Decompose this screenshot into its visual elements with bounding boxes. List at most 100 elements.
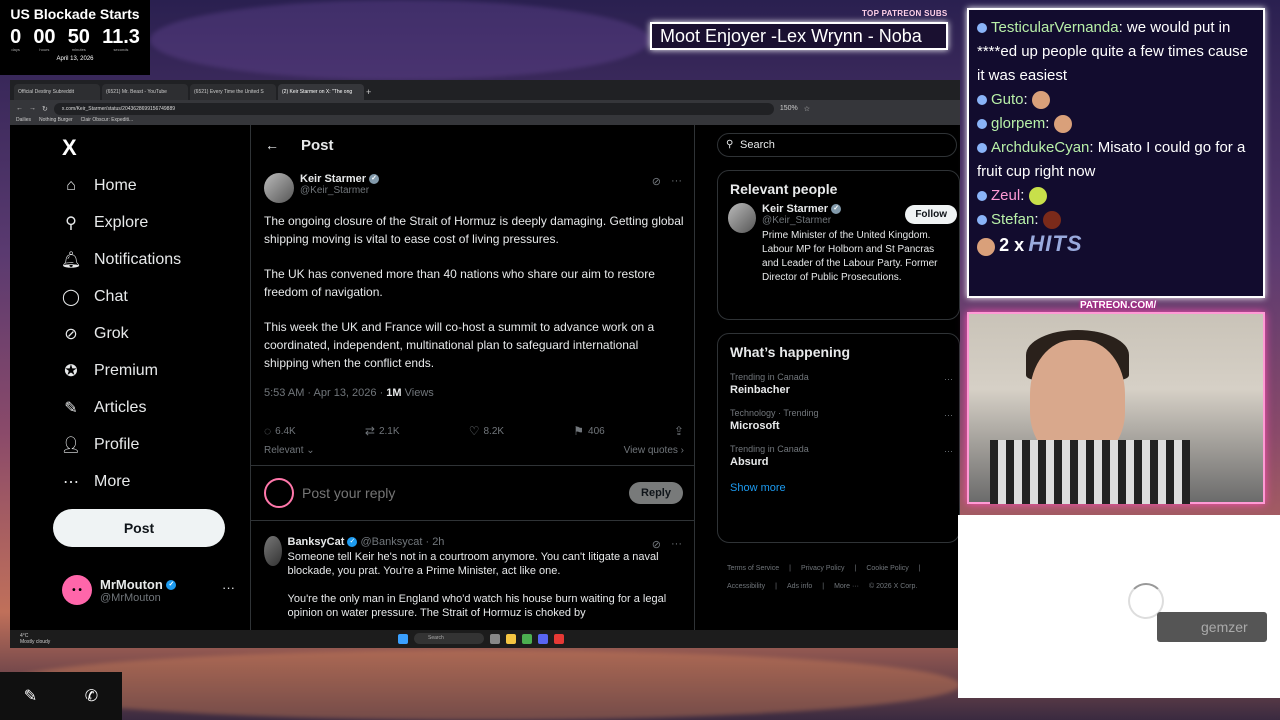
more-icon[interactable]: ··· xyxy=(671,538,682,551)
like-button[interactable]: ♡ 8.2K xyxy=(469,424,504,438)
chat-message: Stefan: xyxy=(977,208,1255,232)
repost-button[interactable]: ⇄ 2.1K xyxy=(365,424,400,438)
follow-button[interactable]: Follow xyxy=(905,205,957,224)
zoom-level[interactable]: 150% xyxy=(780,105,798,112)
back-icon[interactable]: ← xyxy=(16,105,23,112)
account-name: MrMouton xyxy=(100,576,163,592)
nav-more[interactable]: ⋯ More xyxy=(62,473,130,491)
avatar: • • xyxy=(62,575,92,605)
url-input[interactable]: x.com/Keir_Starmer/status/20436286991567… xyxy=(53,102,774,115)
commenter-name[interactable]: BanksyCat xyxy=(288,536,345,548)
weather-widget[interactable]: 4°C Mostly cloudy xyxy=(20,633,50,645)
comment-paragraph: Someone tell Keir he's not in a courtroo… xyxy=(287,551,659,577)
reply-input[interactable] xyxy=(302,485,622,501)
countdown-seconds: 11.3 seconds xyxy=(102,26,140,52)
emote-icon xyxy=(1028,187,1047,206)
verified-icon: ✓ xyxy=(166,580,177,591)
browser-tab-active[interactable]: (2) Keir Starmer on X: "The ong xyxy=(278,84,364,100)
footer-link[interactable]: More ··· xyxy=(834,583,859,590)
account-switcher[interactable]: • • MrMouton ✓ @MrMouton xyxy=(62,575,177,605)
commenter-handle[interactable]: @Banksycat xyxy=(360,536,422,548)
bookmark-item[interactable]: Clair Obscur: Expediti... xyxy=(81,117,134,125)
chat-message: ArchdukeCyan: Misato I could go for a fr… xyxy=(977,139,1246,180)
relevant-person[interactable]: Keir Starmer ✓ @Keir_Starmer Prime Minis… xyxy=(718,203,959,285)
nav-articles[interactable]: ✎ Articles xyxy=(62,399,146,417)
person-avatar[interactable] xyxy=(728,203,757,233)
start-icon[interactable] xyxy=(398,633,408,644)
pen-icon[interactable]: ✎ xyxy=(24,686,37,706)
reply-composer: Reply xyxy=(251,465,694,521)
reply-item[interactable]: BanksyCat ✓ @Banksycat · 2h Someone tell… xyxy=(264,536,684,630)
reload-icon[interactable]: ↻ xyxy=(42,105,48,113)
browser-tab[interactable]: (6521) Mr. Beast - YouTube xyxy=(102,84,188,100)
chat-message: Zeul: xyxy=(977,184,1255,208)
reply-icon: ◌ xyxy=(264,424,272,438)
author-handle[interactable]: @Keir_Starmer xyxy=(300,185,379,196)
trend-item[interactable]: Trending in Canada Absurd ··· xyxy=(718,438,959,474)
chat-message: glorpem: xyxy=(977,112,1255,136)
forward-icon[interactable]: → xyxy=(29,105,36,112)
view-quotes-link[interactable]: View quotes › xyxy=(624,445,684,456)
comment-top-actions: ⊘ ··· xyxy=(652,538,682,551)
copyright: © 2026 X Corp. xyxy=(868,583,918,590)
post-author[interactable]: Keir Starmer ✓ @Keir_Starmer xyxy=(264,173,380,203)
x-logo[interactable]: X xyxy=(62,135,77,161)
reply-count-button[interactable]: ◌ 6.4K xyxy=(264,424,296,438)
star-icon[interactable]: ☆ xyxy=(804,105,810,113)
home-icon: ⌂ xyxy=(66,177,76,194)
chrome-icon[interactable] xyxy=(522,633,532,644)
nav-home[interactable]: ⌂ Home xyxy=(62,177,137,195)
windows-taskbar: 4°C Mostly cloudy Search xyxy=(10,630,960,648)
nav-profile[interactable]: 👤︎ Profile xyxy=(60,436,140,454)
show-more-link[interactable]: Show more xyxy=(718,474,959,506)
taskbar-search[interactable]: Search xyxy=(414,633,484,644)
trend-item[interactable]: Trending in Canada Reinbacher ··· xyxy=(718,366,959,402)
post-paragraph: The ongoing closure of the Strait of Hor… xyxy=(264,214,684,246)
person-name[interactable]: Keir Starmer xyxy=(762,203,828,215)
more-icon: ··· xyxy=(944,374,953,384)
trend-item[interactable]: Technology · Trending Microsoft ··· xyxy=(718,402,959,438)
bell-icon: 🔔︎ xyxy=(60,252,82,269)
nav-explore[interactable]: ⚲ Explore xyxy=(62,214,148,232)
commenter-avatar[interactable] xyxy=(264,536,282,566)
bookmark-button[interactable]: ⚑ 406 xyxy=(573,424,604,438)
sort-dropdown[interactable]: Relevant ⌄ xyxy=(264,445,315,456)
footer-link[interactable]: Ads info xyxy=(787,583,812,590)
more-icon[interactable]: ··· xyxy=(671,175,682,188)
chat-message: Guto: xyxy=(977,88,1255,112)
nav-premium[interactable]: ✪ Premium xyxy=(62,362,158,380)
footer-link[interactable]: Accessibility xyxy=(727,583,765,590)
more-icon: ··· xyxy=(944,446,953,456)
profile-icon: 👤︎ xyxy=(60,437,82,454)
bookmark-item[interactable]: Dailies xyxy=(16,117,31,125)
verified-badge-icon: ✪ xyxy=(64,363,78,380)
bookmark-item[interactable]: Nothing Burger xyxy=(39,117,73,125)
account-more-icon[interactable]: ··· xyxy=(222,580,235,595)
browser-tab[interactable]: Official Destiny Subreddit xyxy=(14,84,100,100)
explorer-icon[interactable] xyxy=(506,633,516,644)
nav-chat[interactable]: ◯ Chat xyxy=(62,288,128,306)
footer-link[interactable]: Privacy Policy xyxy=(801,565,845,572)
back-arrow-icon[interactable]: ← xyxy=(265,137,279,153)
phone-icon[interactable]: ✆ xyxy=(85,686,98,706)
engagement-bar: ◌ 6.4K ⇄ 2.1K ♡ 8.2K ⚑ 406 ⇪ xyxy=(264,424,684,438)
search-icon: ⚲ xyxy=(65,215,77,232)
author-name[interactable]: Keir Starmer xyxy=(300,173,366,185)
discord-icon[interactable] xyxy=(538,633,548,644)
grok-icon[interactable]: ⊘ xyxy=(652,538,661,551)
post-button[interactable]: Post xyxy=(53,509,225,547)
grok-icon[interactable]: ⊘ xyxy=(652,175,661,188)
nav-notifications[interactable]: 🔔︎ Notifications xyxy=(60,251,181,269)
footer-link[interactable]: Cookie Policy xyxy=(866,565,908,572)
app-icon[interactable] xyxy=(554,633,564,644)
author-avatar[interactable] xyxy=(264,173,294,203)
taskview-icon[interactable] xyxy=(490,633,500,644)
new-tab-button[interactable]: + xyxy=(366,87,378,100)
nav-grok[interactable]: ⊘ Grok xyxy=(62,325,128,343)
reply-button[interactable]: Reply xyxy=(629,482,683,504)
search-input[interactable]: ⚲ Search xyxy=(717,133,957,157)
browser-tab[interactable]: (6521) Every Time the United S xyxy=(190,84,276,100)
relevant-people-panel: Relevant people Keir Starmer ✓ @Keir_Sta… xyxy=(717,170,960,320)
share-button[interactable]: ⇪ xyxy=(674,424,684,438)
footer-link[interactable]: Terms of Service xyxy=(727,565,779,572)
